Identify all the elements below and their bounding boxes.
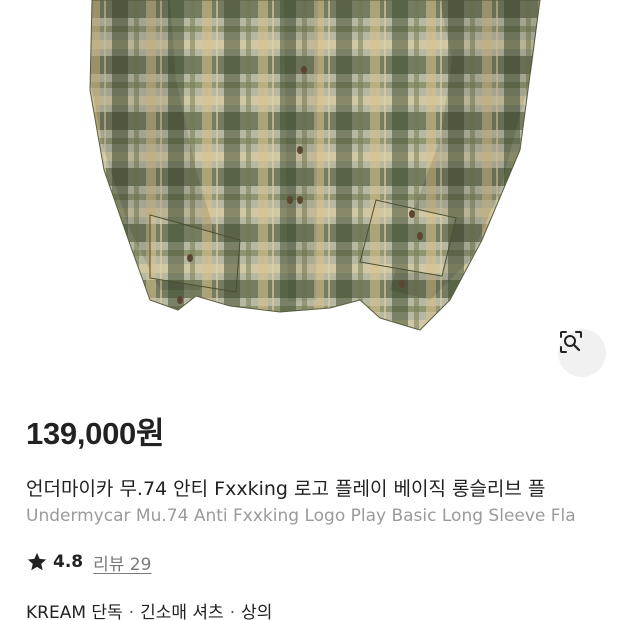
product-title-korean: 언더마이카 무.74 안티 Fxxking 로고 플레이 베이직 롱슬리브 플 — [26, 478, 546, 500]
product-detail-page: 139,000원 언더마이카 무.74 안티 Fxxking 로고 플레이 베이… — [0, 0, 620, 620]
product-title-english: Undermycar Mu.74 Anti Fxxking Logo Play … — [26, 506, 576, 526]
product-price: 139,000원 — [26, 416, 165, 451]
category-long-sleeve-shirts[interactable]: 긴소매 셔츠 — [140, 603, 224, 620]
shirt-button — [409, 210, 415, 218]
image-search-icon — [560, 331, 582, 353]
category-kream-exclusive[interactable]: KREAM 단독 — [26, 603, 123, 620]
product-image[interactable] — [0, 0, 620, 390]
shirt-button — [287, 196, 293, 204]
category-separator: · — [229, 603, 236, 620]
shirt-button — [187, 254, 193, 262]
shirt-button — [297, 196, 303, 204]
shirt-button — [177, 296, 183, 304]
category-tops[interactable]: 상의 — [241, 603, 272, 620]
rating-row: 4.8 리뷰 29 — [26, 548, 151, 576]
review-count-link[interactable]: 리뷰 29 — [93, 550, 151, 575]
category-separator: · — [128, 603, 135, 620]
shirt-button — [417, 232, 423, 240]
rating-value: 4.8 — [53, 552, 84, 572]
category-breadcrumb: KREAM 단독 · 긴소매 셔츠 · 상의 — [26, 598, 272, 620]
plaid-shirt-illustration — [89, 0, 541, 331]
image-search-button[interactable] — [558, 329, 606, 377]
star-icon — [27, 552, 47, 571]
shirt-button — [301, 66, 307, 74]
shirt-button — [399, 280, 405, 288]
shirt-button — [297, 146, 303, 154]
